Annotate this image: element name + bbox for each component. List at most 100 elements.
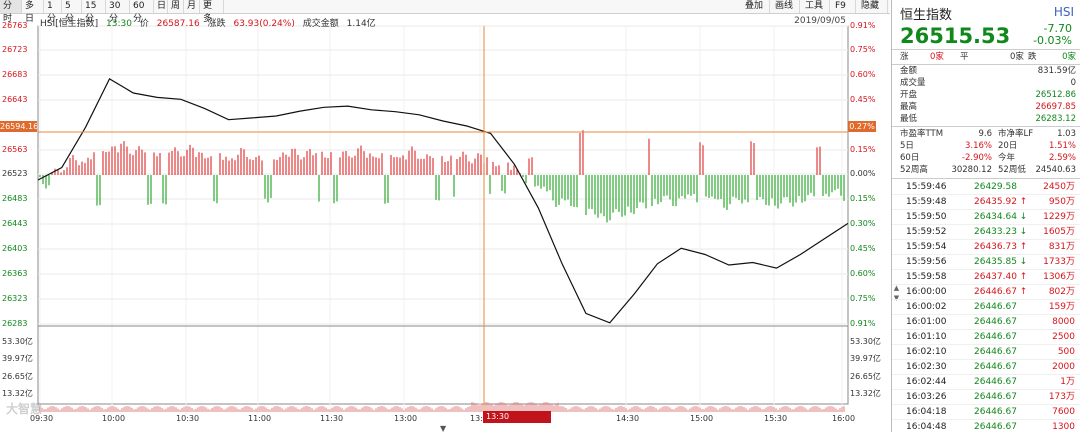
tick-volume: 1605万 [1043,227,1075,237]
toolbar-right-btn-1[interactable]: 画线 [772,0,800,13]
toolbar-btn-0[interactable]: 分时 [0,0,22,24]
stat-value: 26697.85 [1035,102,1076,112]
tick-volume: 500 [1057,347,1075,357]
y-pct-label: 0.30% [850,219,876,228]
intraday-chart[interactable]: HSI[恒生指数] 13:30 价 26587.16 涨跌 63.93(0.24… [0,14,890,432]
volume-axis-label-right: 26.65亿 [850,372,881,381]
tick-row: 16:01:00 26446.67 8000 [892,315,1080,330]
stat-row: 最低 26283.12 [900,114,1076,125]
tick-time: 16:03:26 [906,392,947,402]
stat-row: 成交量 0 [900,78,1076,89]
toolbar-btn-8[interactable]: 周 [168,0,184,13]
stat-label: 最低 [900,114,918,124]
breadth-down-value: 0家 [1062,52,1076,62]
toolbar-btn-3[interactable]: 5分 [62,0,82,24]
ratio-row: 52周高 30280.12 52周低 24540.63 [900,165,1076,176]
volume-axis-label: 39.97亿 [2,354,33,363]
tick-row: 16:04:18 26446.67 7600 [892,405,1080,420]
tick-price: 26446.67 [974,422,1017,432]
index-change-pct: -0.03% [1033,34,1072,47]
volume-axis-label-right: 39.97亿 [850,354,881,363]
chart-price-label: 价 [139,19,149,29]
tick-price: 26446.67 [974,317,1017,327]
scroll-down-icon[interactable]: ▼ [440,424,446,432]
index-code[interactable]: HSI [1054,5,1074,19]
ratio-value: 3.16% [964,141,992,151]
tick-time: 16:04:48 [906,422,947,432]
y-pct-label: 0.45% [850,95,876,104]
toolbar-right-btn-0[interactable]: 叠加 [742,0,770,13]
tick-time: 16:01:10 [906,332,947,342]
tick-row: 15:59:58 26437.40 ↑ 1306万 [892,270,1080,285]
tick-price: 26446.67 ↑ [974,287,1028,297]
chart-turnover: 1.14亿 [346,19,376,29]
ratio-row: 60日 -2.90% 今年 2.59% [900,153,1076,164]
breadth-down-label: 跌 [1028,52,1037,62]
chart-time: 13:30 [106,19,132,29]
y-pct-label: 0.60% [850,70,876,79]
toolbar-btn-9[interactable]: 月 [184,0,200,13]
tick-price: 26446.67 [974,377,1017,387]
breadth-flat-label: 平 [960,52,969,62]
tick-volume: 2450万 [1043,182,1075,192]
watermark-logo: 大智慧 [6,402,43,416]
toolbar-btn-1[interactable]: 多日 [22,0,44,24]
tick-price: 26446.67 [974,407,1017,417]
index-price: 26515.53 [900,24,1011,48]
chart-frame [37,25,849,405]
ratio-value: -2.90% [961,153,992,163]
tick-price: 26436.73 ↑ [974,242,1028,252]
stat-value: 26512.86 [1035,90,1076,100]
tick-row: 16:04:48 26446.67 1300 [892,420,1080,432]
stat-label: 金额 [900,66,918,76]
tick-volume: 173万 [1048,392,1075,402]
stat-value: 0 [1070,78,1076,88]
tick-volume: 831万 [1048,242,1075,252]
tick-volume: 802万 [1048,287,1075,297]
stat-row: 开盘 26512.86 [900,90,1076,101]
tick-row: 16:03:26 26446.67 173万 [892,390,1080,405]
toolbar-btn-2[interactable]: 1分 [44,0,62,24]
tick-row: 16:02:10 26446.67 500 [892,345,1080,360]
toolbar-right-btn-3[interactable]: F9 [832,0,856,13]
ratio-label-2: 市净率LF [998,129,1034,139]
y-price-label: 26283 [2,319,28,328]
toolbar-right-btn-2[interactable]: 工具 [802,0,830,13]
tick-volume: 1733万 [1043,257,1075,267]
tick-price: 26446.67 [974,302,1017,312]
x-axis-label: 16:00 [832,414,856,423]
tick-volume: 2000 [1052,362,1075,372]
toolbar-btn-6[interactable]: 60分 [130,0,154,24]
volume-axis-label-right: 13.32亿 [850,389,881,398]
toolbar-btn-4[interactable]: 15分 [82,0,106,24]
ratio-row: 市盈率TTM 9.6 市净率LF 1.03 [900,129,1076,140]
toolbar-btn-10[interactable]: 更多 [200,0,224,24]
breadth-row: 涨 0家 平 0家 跌 0家 [900,52,1076,63]
y-price-label: 26483 [2,194,28,203]
y-price-label: 26443 [2,219,28,228]
volume-axis-label: 53.30亿 [2,337,33,346]
tick-time: 15:59:54 [906,242,947,252]
tick-time: 16:02:10 [906,347,947,357]
tick-row: 15:59:52 26433.23 ↓ 1605万 [892,225,1080,240]
toolbar-btn-7[interactable]: 日 [154,0,168,13]
y-pct-label: 0.91% [850,319,876,328]
tick-row: 15:59:50 26434.64 ↓ 1229万 [892,210,1080,225]
tick-row: 16:00:02 26446.67 159万 [892,300,1080,315]
ratio-value-2: 1.03 [1057,129,1076,139]
tick-time: 15:59:50 [906,212,947,222]
ratio-value: 9.6 [978,129,992,139]
volume-axis-label: 26.65亿 [2,372,33,381]
x-axis-label: 14:30 [616,414,640,423]
ratio-value: 30280.12 [951,165,992,175]
tick-time: 16:01:00 [906,317,947,327]
toolbar-right-btn-4[interactable]: 隐藏 [858,0,888,13]
toolbar-btn-5[interactable]: 30分 [106,0,130,24]
ratio-value-2: 24540.63 [1035,165,1076,175]
tick-time: 16:00:00 [906,287,947,297]
tick-row: 16:02:44 26446.67 1万 [892,375,1080,390]
stat-value: 831.59亿 [1037,66,1076,76]
trading-app: 分时 多日 1分 5分 15分 30分 60分日周月更多 叠加 画线 工具 F9 隐藏 HSI[恒生指… [0,0,1080,432]
y-price-label: 26403 [2,244,28,253]
tick-price: 26446.67 [974,347,1017,357]
